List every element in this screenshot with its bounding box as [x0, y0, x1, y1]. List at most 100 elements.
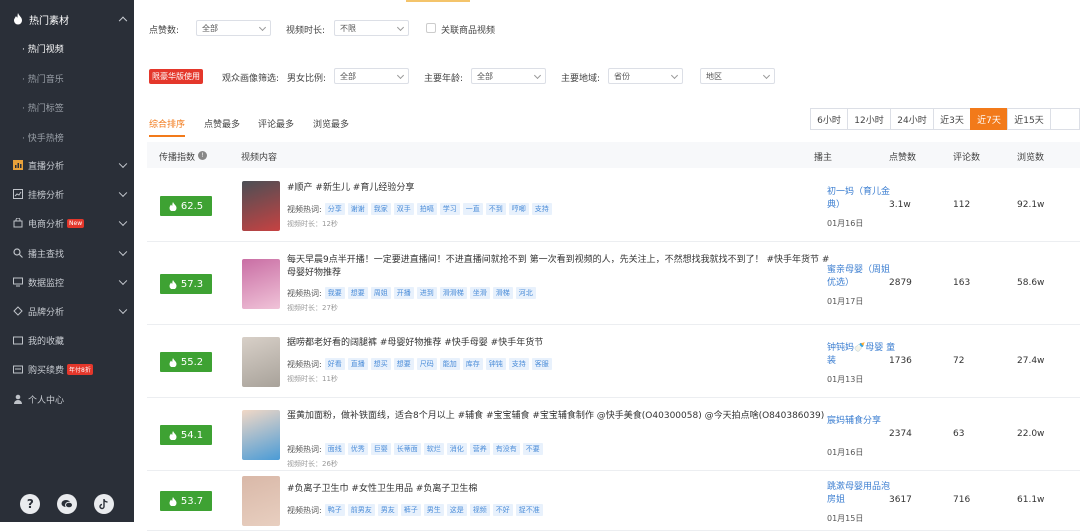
keyword-tag[interactable]: 捉不准: [515, 504, 543, 516]
keyword-tag[interactable]: 消化: [446, 443, 467, 455]
keyword-tag[interactable]: 哼唧: [508, 203, 529, 215]
video-thumbnail[interactable]: [242, 337, 280, 387]
keyword-tag[interactable]: 这是: [446, 504, 467, 516]
gender-select[interactable]: 全部: [334, 68, 409, 84]
keyword-tag[interactable]: 学习: [439, 203, 460, 215]
keyword-tag[interactable]: 分享: [324, 203, 345, 215]
sidebar-sub-hot-tags[interactable]: · 热门标签: [22, 101, 64, 114]
table-row[interactable]: 55.2 据唠都老好看的阔腿裤 #母婴好物推荐 #快手母婴 #快手年货节 视频热…: [147, 325, 1080, 398]
keyword-tag[interactable]: 坐滑: [469, 287, 490, 299]
keyword-tag[interactable]: 不好: [492, 504, 513, 516]
video-thumbnail[interactable]: [242, 259, 280, 309]
table-row[interactable]: 54.1 蛋黄加面粉，做补铁面线，适合8个月以上 #辅食 #宝宝辅食 #宝宝辅食…: [147, 398, 1080, 471]
keyword-tag[interactable]: 进到: [416, 287, 437, 299]
keyword-tag[interactable]: 支持: [508, 358, 529, 370]
sidebar-item-anchor-search[interactable]: 播主查找: [0, 240, 134, 266]
table-row[interactable]: 62.5 #顺产 #新生儿 #育儿经验分享 视频热词: 分享 谢谢 我家 双手 拍嗝 学习一…: [147, 170, 1080, 242]
keyword-tag[interactable]: 一直: [462, 203, 483, 215]
anchor-name-link[interactable]: 跳漱母婴用品泡房姐: [827, 481, 897, 507]
keyword-tag[interactable]: 巨婴: [370, 443, 391, 455]
keyword-tag[interactable]: 尺码: [416, 358, 437, 370]
wechat-icon[interactable]: [56, 494, 77, 514]
keyword-tag[interactable]: 裤子: [400, 504, 421, 516]
sidebar-item-favorites[interactable]: 我的收藏: [0, 327, 134, 353]
time-3d-button[interactable]: 近3天: [933, 108, 971, 130]
anchor-name-link[interactable]: 宸妈辅食分享: [827, 415, 897, 428]
time-12h-button[interactable]: 12小时: [847, 108, 891, 130]
related-goods-checkbox[interactable]: [426, 23, 436, 33]
sidebar-item-ecommerce-analysis[interactable]: 电商分析 New: [0, 210, 134, 236]
keyword-tag[interactable]: 营养: [469, 443, 490, 455]
sidebar-item-chart-analysis[interactable]: 挂榜分析: [0, 181, 134, 207]
time-6h-button[interactable]: 6小时: [810, 108, 848, 130]
video-thumbnail[interactable]: [242, 410, 280, 460]
time-15d-button[interactable]: 近15天: [1007, 108, 1051, 130]
likes-select[interactable]: 全部: [196, 20, 271, 36]
keyword-tag[interactable]: 直播: [347, 358, 368, 370]
keyword-tag[interactable]: 视频: [469, 504, 490, 516]
keyword-tag[interactable]: 想要: [347, 287, 368, 299]
tiktok-icon[interactable]: [93, 494, 114, 514]
sidebar-sub-kuaishou-chart[interactable]: · 快手热榜: [22, 131, 64, 144]
video-title[interactable]: 据唠都老好看的阔腿裤 #母婴好物推荐 #快手母婴 #快手年货节: [287, 337, 832, 350]
keyword-tag[interactable]: 谢谢: [347, 203, 368, 215]
tab-overall-sort[interactable]: 综合排序: [149, 117, 185, 130]
keyword-tag[interactable]: 优秀: [347, 443, 368, 455]
keyword-tag[interactable]: 软烂: [423, 443, 444, 455]
keyword-tag[interactable]: 想要: [393, 358, 414, 370]
keyword-tag[interactable]: 拍嗝: [416, 203, 437, 215]
keyword-tag[interactable]: 开播: [393, 287, 414, 299]
age-select[interactable]: 全部: [471, 68, 546, 84]
sidebar-item-live-analysis[interactable]: 直播分析: [0, 152, 134, 178]
keyword-tag[interactable]: 客服: [531, 358, 552, 370]
keyword-tag[interactable]: 我家: [370, 203, 391, 215]
keyword-tag[interactable]: 有没有: [492, 443, 520, 455]
sidebar-item-profile[interactable]: 个人中心: [0, 386, 134, 412]
keyword-tag[interactable]: 好看: [324, 358, 345, 370]
keyword-tag[interactable]: 不要: [522, 443, 543, 455]
anchor-name-link[interactable]: 蜜亲母婴（周姐优选）: [827, 264, 897, 290]
time-more-button[interactable]: [1050, 108, 1080, 130]
anchor-name-link[interactable]: 钟钝妈🍼母婴 童装: [827, 342, 897, 368]
tab-most-views[interactable]: 浏览最多: [313, 117, 349, 130]
tab-most-comments[interactable]: 评论最多: [258, 117, 294, 130]
sidebar-sub-hot-music[interactable]: · 热门音乐: [22, 72, 64, 85]
keyword-tag[interactable]: 双手: [393, 203, 414, 215]
sidebar-sub-hot-videos[interactable]: · 热门视频: [22, 42, 64, 55]
video-title[interactable]: #负离子卫生巾 #女性卫生用品 #负离子卫生棉: [287, 483, 832, 496]
video-title[interactable]: 蛋黄加面粉，做补铁面线，适合8个月以上 #辅食 #宝宝辅食 #宝宝辅食制作 @快…: [287, 410, 832, 423]
duration-select[interactable]: 不限: [334, 20, 409, 36]
video-thumbnail[interactable]: [242, 181, 280, 231]
anchor-name-link[interactable]: 初一妈（育儿金典）: [827, 186, 897, 212]
keyword-tag[interactable]: 库存: [462, 358, 483, 370]
keyword-tag[interactable]: 长蒂面: [393, 443, 421, 455]
time-7d-button[interactable]: 近7天: [970, 108, 1008, 130]
keyword-tag[interactable]: 滑梯: [492, 287, 513, 299]
video-title[interactable]: #顺产 #新生儿 #育儿经验分享: [287, 182, 832, 195]
keyword-tag[interactable]: 男生: [423, 504, 444, 516]
sidebar-section-hot-material[interactable]: 热门素材: [0, 4, 134, 34]
keyword-tag[interactable]: 支持: [531, 203, 552, 215]
keyword-tag[interactable]: 前男友: [347, 504, 375, 516]
video-title[interactable]: 每天早晨9点半开播！一定要进直播间！不进直播间就抢不到 第一次看到视频的人，先关…: [287, 254, 832, 280]
keyword-tag[interactable]: 男友: [377, 504, 398, 516]
keyword-tag[interactable]: 滑滑梯: [439, 287, 467, 299]
keyword-tag[interactable]: 面线: [324, 443, 345, 455]
keyword-tag[interactable]: 能加: [439, 358, 460, 370]
sidebar-item-brand-analysis[interactable]: 品牌分析: [0, 298, 134, 324]
keyword-tag[interactable]: 钟钝: [485, 358, 506, 370]
province-select[interactable]: 省份: [608, 68, 683, 84]
keyword-tag[interactable]: 鸭子: [324, 504, 345, 516]
keyword-tag[interactable]: 不到: [485, 203, 506, 215]
keyword-tag[interactable]: 想买: [370, 358, 391, 370]
sidebar-item-purchase[interactable]: 购买续费 年付8折: [0, 356, 134, 382]
city-select[interactable]: 地区: [700, 68, 775, 84]
keyword-tag[interactable]: 我要: [324, 287, 345, 299]
keyword-tag[interactable]: 河北: [515, 287, 536, 299]
tab-most-likes[interactable]: 点赞最多: [204, 117, 240, 130]
table-row[interactable]: 53.7 #负离子卫生巾 #女性卫生用品 #负离子卫生棉 视频热词: 鸭子 前男友男…: [147, 471, 1080, 531]
info-icon[interactable]: !: [198, 151, 207, 160]
time-24h-button[interactable]: 24小时: [890, 108, 934, 130]
help-icon[interactable]: ?: [20, 494, 41, 514]
video-thumbnail[interactable]: [242, 476, 280, 526]
